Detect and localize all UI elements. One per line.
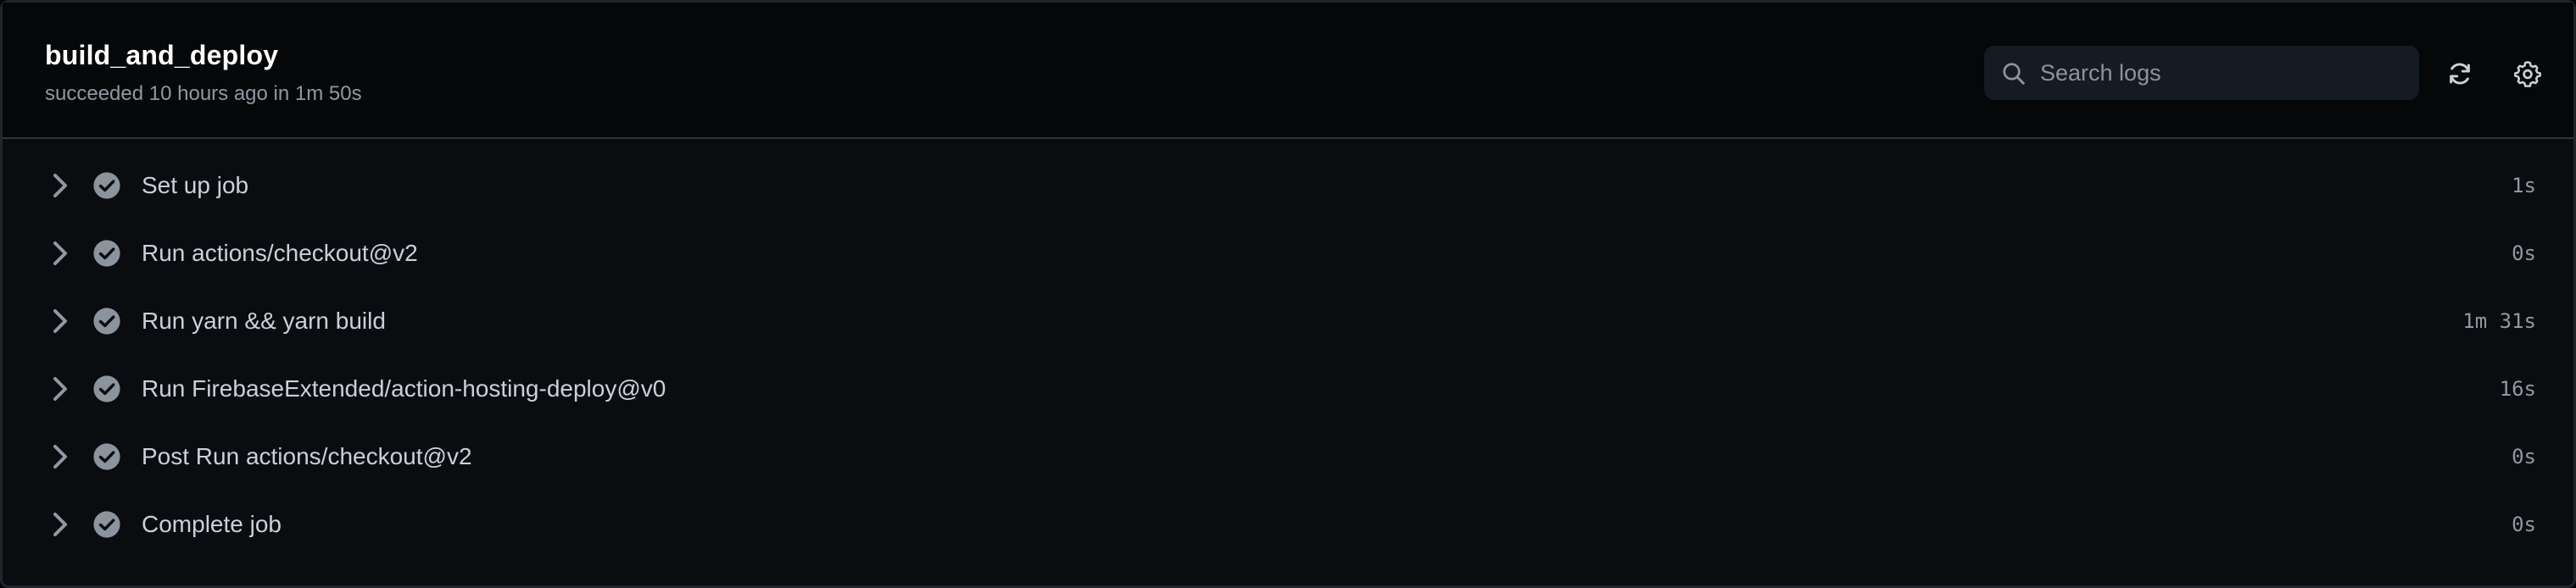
step-duration: 0s [2512,445,2536,469]
chevron-right-icon[interactable] [50,172,70,199]
step-row[interactable]: Run actions/checkout@v2 0s [3,219,2573,287]
job-header: build_and_deploy succeeded 10 hours ago … [3,3,2573,139]
job-status: succeeded 10 hours ago in 1m 50s [45,82,362,105]
gear-icon [2514,61,2541,87]
step-name: Post Run actions/checkout@v2 [142,443,472,469]
step-duration: 1m 31s [2462,309,2536,333]
search-box[interactable] [1984,46,2419,100]
chevron-right-icon[interactable] [50,511,70,538]
step-row[interactable]: Post Run actions/checkout@v2 0s [3,423,2573,491]
settings-button[interactable] [2506,52,2550,96]
sync-icon [2450,63,2470,85]
check-circle-icon [93,511,120,538]
step-duration: 1s [2512,174,2536,197]
step-name: Complete job [142,511,282,537]
step-name: Run yarn && yarn build [142,308,386,334]
chevron-right-icon[interactable] [50,308,70,335]
step-name: Run FirebaseExtended/action-hosting-depl… [142,375,666,402]
step-duration: 16s [2499,377,2536,401]
step-row[interactable]: Run yarn && yarn build 1m 31s [3,287,2573,355]
step-name: Set up job [142,172,249,198]
check-circle-icon [93,375,120,402]
chevron-right-icon[interactable] [50,443,70,470]
step-row[interactable]: Complete job 0s [3,491,2573,558]
check-circle-icon [93,172,120,199]
steps-list: Set up job 1s Run actions/checkout@v2 0s… [3,152,2573,558]
step-duration: 0s [2512,513,2536,536]
refresh-button[interactable] [2438,52,2482,96]
step-duration: 0s [2512,241,2536,265]
search-input[interactable] [2038,47,2412,98]
check-circle-icon [93,443,120,470]
chevron-right-icon[interactable] [50,375,70,402]
step-row[interactable]: Set up job 1s [3,152,2573,219]
check-circle-icon [93,308,120,335]
step-name: Run actions/checkout@v2 [142,240,418,266]
job-title: build_and_deploy [45,40,279,70]
search-icon [2003,63,2025,85]
job-log-panel: build_and_deploy succeeded 10 hours ago … [0,0,2576,588]
step-row[interactable]: Run FirebaseExtended/action-hosting-depl… [3,355,2573,423]
chevron-right-icon[interactable] [50,240,70,267]
check-circle-icon [93,240,120,267]
